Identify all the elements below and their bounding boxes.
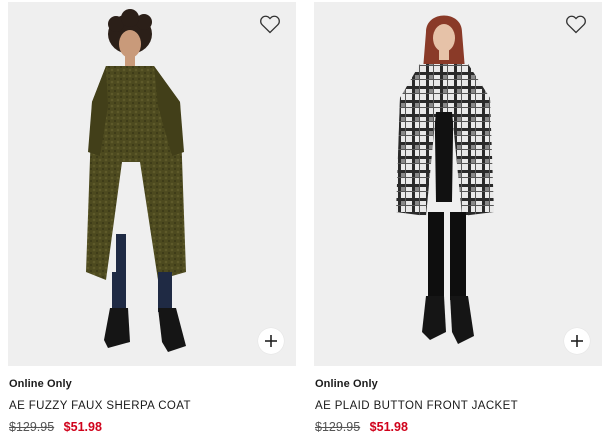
product-name[interactable]: AE FUZZY FAUX SHERPA COAT <box>9 400 191 412</box>
original-price: $129.95 <box>315 420 361 434</box>
quick-add-button[interactable] <box>564 328 590 354</box>
wishlist-button[interactable] <box>564 12 588 36</box>
plus-icon <box>571 335 583 347</box>
sale-price: $51.98 <box>369 420 408 434</box>
wishlist-button[interactable] <box>258 12 282 36</box>
product-image[interactable] <box>314 2 602 366</box>
heart-outline-icon <box>260 15 280 34</box>
online-only-badge: Online Only <box>315 378 378 390</box>
original-price: $129.95 <box>9 420 55 434</box>
quick-add-button[interactable] <box>258 328 284 354</box>
product-card[interactable]: Online Only AE FUZZY FAUX SHERPA COAT $1… <box>8 0 296 439</box>
product-grid: Online Only AE FUZZY FAUX SHERPA COAT $1… <box>0 0 611 439</box>
sale-price: $51.98 <box>63 420 102 434</box>
model-photo-sherpa-coat <box>86 9 186 352</box>
plus-icon <box>265 335 277 347</box>
model-photo-plaid-jacket <box>396 15 494 344</box>
product-image[interactable] <box>8 2 296 366</box>
price-block: $129.95 $51.98 <box>315 420 408 434</box>
product-name[interactable]: AE PLAID BUTTON FRONT JACKET <box>315 400 518 412</box>
heart-outline-icon <box>566 15 586 34</box>
price-block: $129.95 $51.98 <box>9 420 102 434</box>
product-card[interactable]: Online Only AE PLAID BUTTON FRONT JACKET… <box>314 0 602 439</box>
online-only-badge: Online Only <box>9 378 72 390</box>
